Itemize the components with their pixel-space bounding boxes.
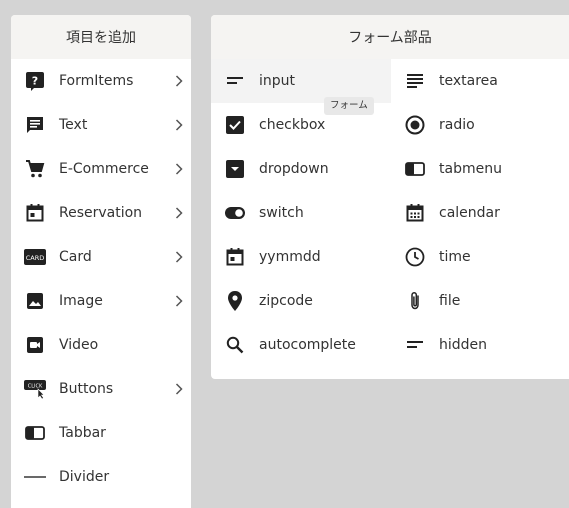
divider-line-icon — [24, 466, 46, 488]
message-text-icon — [24, 114, 46, 136]
radio-icon — [404, 114, 426, 136]
menu-item-card[interactable]: CARD Card — [11, 235, 191, 279]
click-button-icon: CLICK — [24, 378, 46, 400]
checkbox-icon — [224, 114, 246, 136]
menu-item-label: Divider — [59, 469, 110, 485]
tabmenu-icon — [404, 158, 426, 180]
form-part-radio[interactable]: radio — [391, 103, 569, 147]
help-box-icon: ? — [24, 70, 46, 92]
form-part-label: textarea — [439, 73, 498, 89]
form-part-zipcode[interactable]: zipcode — [211, 279, 391, 323]
menu-item-label: Video — [59, 337, 99, 353]
svg-text:?: ? — [32, 75, 38, 88]
map-pin-icon — [224, 290, 246, 312]
add-item-panel: 項目を追加 ? FormItems Text E-Commerce Reserv… — [11, 15, 191, 508]
form-part-label: checkbox — [259, 117, 326, 133]
svg-text:CARD: CARD — [26, 254, 45, 262]
dropdown-icon — [224, 158, 246, 180]
date-icon — [224, 246, 246, 268]
add-item-panel-title: 項目を追加 — [66, 30, 136, 46]
form-part-tabmenu[interactable]: tabmenu — [391, 147, 569, 191]
menu-item-label: Reservation — [59, 205, 143, 221]
menu-item-divider[interactable]: Divider — [11, 455, 191, 499]
shopping-cart-icon — [24, 158, 46, 180]
form-part-label: input — [259, 73, 296, 89]
short-text-icon — [224, 70, 246, 92]
form-part-switch[interactable]: switch — [211, 191, 391, 235]
form-part-yymmdd[interactable]: yymmdd — [211, 235, 391, 279]
chevron-right-icon — [173, 163, 185, 175]
search-icon — [224, 334, 246, 356]
chevron-right-icon — [173, 119, 185, 131]
card-icon: CARD — [24, 246, 46, 268]
form-part-label: zipcode — [259, 293, 313, 309]
form-part-label: calendar — [439, 205, 500, 221]
menu-item-label: Card — [59, 249, 92, 265]
add-item-panel-header: 項目を追加 — [11, 15, 191, 59]
menu-item-formitems[interactable]: ? FormItems — [11, 59, 191, 103]
menu-item-image[interactable]: Image — [11, 279, 191, 323]
chevron-right-icon — [173, 207, 185, 219]
menu-item-label: Tabbar — [59, 425, 106, 441]
menu-item-reservation[interactable]: Reservation — [11, 191, 191, 235]
menu-item-label: Image — [59, 293, 103, 309]
tooltip: フォーム — [324, 97, 374, 115]
menu-item-label: Buttons — [59, 381, 114, 397]
menu-item-buttons[interactable]: CLICK Buttons — [11, 367, 191, 411]
hidden-text-icon — [404, 334, 426, 356]
form-part-calendar[interactable]: calendar — [391, 191, 569, 235]
menu-item-video[interactable]: Video — [11, 323, 191, 367]
form-part-label: yymmdd — [259, 249, 321, 265]
calendar-dotted-icon — [404, 202, 426, 224]
form-part-label: switch — [259, 205, 304, 221]
form-part-autocomplete[interactable]: autocomplete — [211, 323, 391, 367]
form-parts-panel-header: フォーム部品 — [211, 15, 569, 59]
image-icon — [24, 290, 46, 312]
chevron-right-icon — [173, 383, 185, 395]
calendar-icon — [24, 202, 46, 224]
chevron-right-icon — [173, 251, 185, 263]
menu-item-tabbar[interactable]: Tabbar — [11, 411, 191, 455]
menu-item-label: Text — [59, 117, 88, 133]
menu-item-label: FormItems — [59, 73, 134, 89]
form-parts-panel-title: フォーム部品 — [348, 30, 432, 46]
menu-item-ecommerce[interactable]: E-Commerce — [11, 147, 191, 191]
chevron-right-icon — [173, 295, 185, 307]
form-part-file[interactable]: file — [391, 279, 569, 323]
form-part-time[interactable]: time — [391, 235, 569, 279]
svg-text:CLICK: CLICK — [28, 383, 43, 389]
form-part-label: time — [439, 249, 471, 265]
form-part-dropdown[interactable]: dropdown — [211, 147, 391, 191]
form-part-label: dropdown — [259, 161, 329, 177]
video-icon — [24, 334, 46, 356]
form-parts-grid: input textarea checkbox radio dropdown t… — [211, 59, 569, 367]
menu-item-label: E-Commerce — [59, 161, 149, 177]
text-lines-icon — [404, 70, 426, 92]
chevron-right-icon — [173, 75, 185, 87]
paperclip-icon — [404, 290, 426, 312]
form-parts-panel: フォーム部品 input textarea checkbox radio dro… — [211, 15, 569, 379]
tabbar-icon — [24, 422, 46, 444]
form-part-label: hidden — [439, 337, 488, 353]
switch-icon — [224, 202, 246, 224]
form-part-label: tabmenu — [439, 161, 502, 177]
form-part-label: autocomplete — [259, 337, 356, 353]
form-part-label: file — [439, 293, 461, 309]
form-part-label: radio — [439, 117, 475, 133]
form-part-textarea[interactable]: textarea — [391, 59, 569, 103]
clock-icon — [404, 246, 426, 268]
menu-item-text[interactable]: Text — [11, 103, 191, 147]
form-part-hidden[interactable]: hidden — [391, 323, 569, 367]
